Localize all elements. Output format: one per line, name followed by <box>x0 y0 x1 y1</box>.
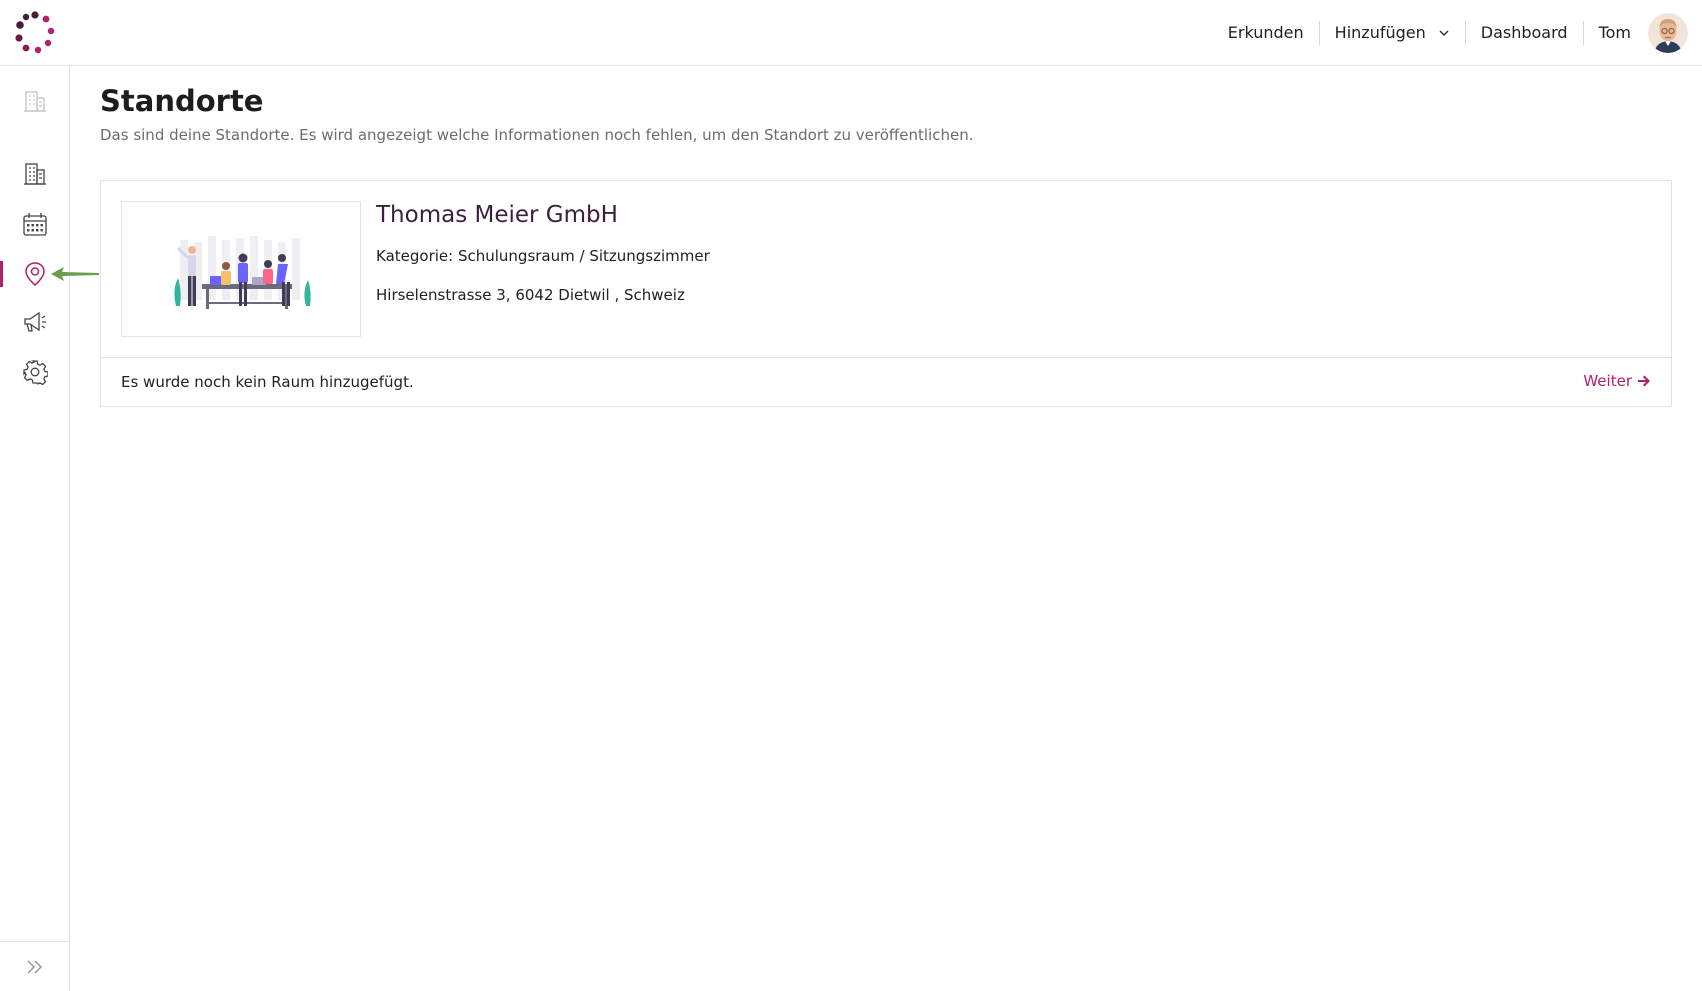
double-chevron-right-icon[interactable] <box>25 959 45 975</box>
megaphone-icon[interactable] <box>22 309 48 335</box>
avatar[interactable] <box>1648 13 1688 53</box>
location-card: Thomas Meier GmbH Kategorie: Schulungsra… <box>100 180 1672 407</box>
building-icon[interactable] <box>22 161 48 187</box>
calendar-icon[interactable] <box>22 211 48 237</box>
nav-hinzufuegen-dropdown[interactable]: Hinzufügen <box>1320 21 1465 45</box>
nav-hinzufuegen-label: Hinzufügen <box>1334 23 1426 42</box>
top-bar: Erkunden Hinzufügen Dashboard Tom <box>0 0 1702 66</box>
location-card-footer: Es wurde noch kein Raum hinzugefügt. Wei… <box>101 357 1671 406</box>
chevron-down-icon <box>1439 30 1449 37</box>
sidebar-footer <box>0 941 70 991</box>
sidebar-active-indicator <box>0 261 3 287</box>
avatar-image <box>1648 13 1688 53</box>
user-name: Tom <box>1598 23 1631 42</box>
location-name[interactable]: Thomas Meier GmbH <box>376 202 618 228</box>
weiter-link[interactable]: Weiter <box>1583 372 1651 390</box>
location-address: Hirselenstrasse 3, 6042 Dietwil , Schwei… <box>376 286 685 304</box>
location-image[interactable] <box>121 201 361 337</box>
weiter-label: Weiter <box>1583 372 1632 390</box>
logo-icon[interactable] <box>12 10 58 56</box>
page-title: Standorte <box>100 84 264 118</box>
gear-icon[interactable] <box>22 359 48 385</box>
sidebar <box>0 66 99 991</box>
arrow-right-icon <box>1638 375 1650 387</box>
nav-erkunden-label: Erkunden <box>1227 23 1304 42</box>
location-category: Kategorie: Schulungsraum / Sitzungszimme… <box>376 247 710 265</box>
pointer-arrow-icon <box>51 267 99 281</box>
user-menu[interactable]: Tom <box>1584 21 1646 45</box>
page-subtitle: Das sind deine Standorte. Es wird angeze… <box>100 126 974 144</box>
building-faded-icon[interactable] <box>22 88 48 114</box>
no-room-message: Es wurde noch kein Raum hinzugefügt. <box>121 373 414 391</box>
location-pin-icon[interactable] <box>22 261 48 287</box>
team-illustration <box>174 236 311 309</box>
nav-erkunden[interactable]: Erkunden <box>1213 21 1319 45</box>
nav-dashboard[interactable]: Dashboard <box>1466 21 1583 45</box>
nav-dashboard-label: Dashboard <box>1480 23 1568 42</box>
top-navigation: Erkunden Hinzufügen Dashboard Tom <box>1213 0 1688 66</box>
